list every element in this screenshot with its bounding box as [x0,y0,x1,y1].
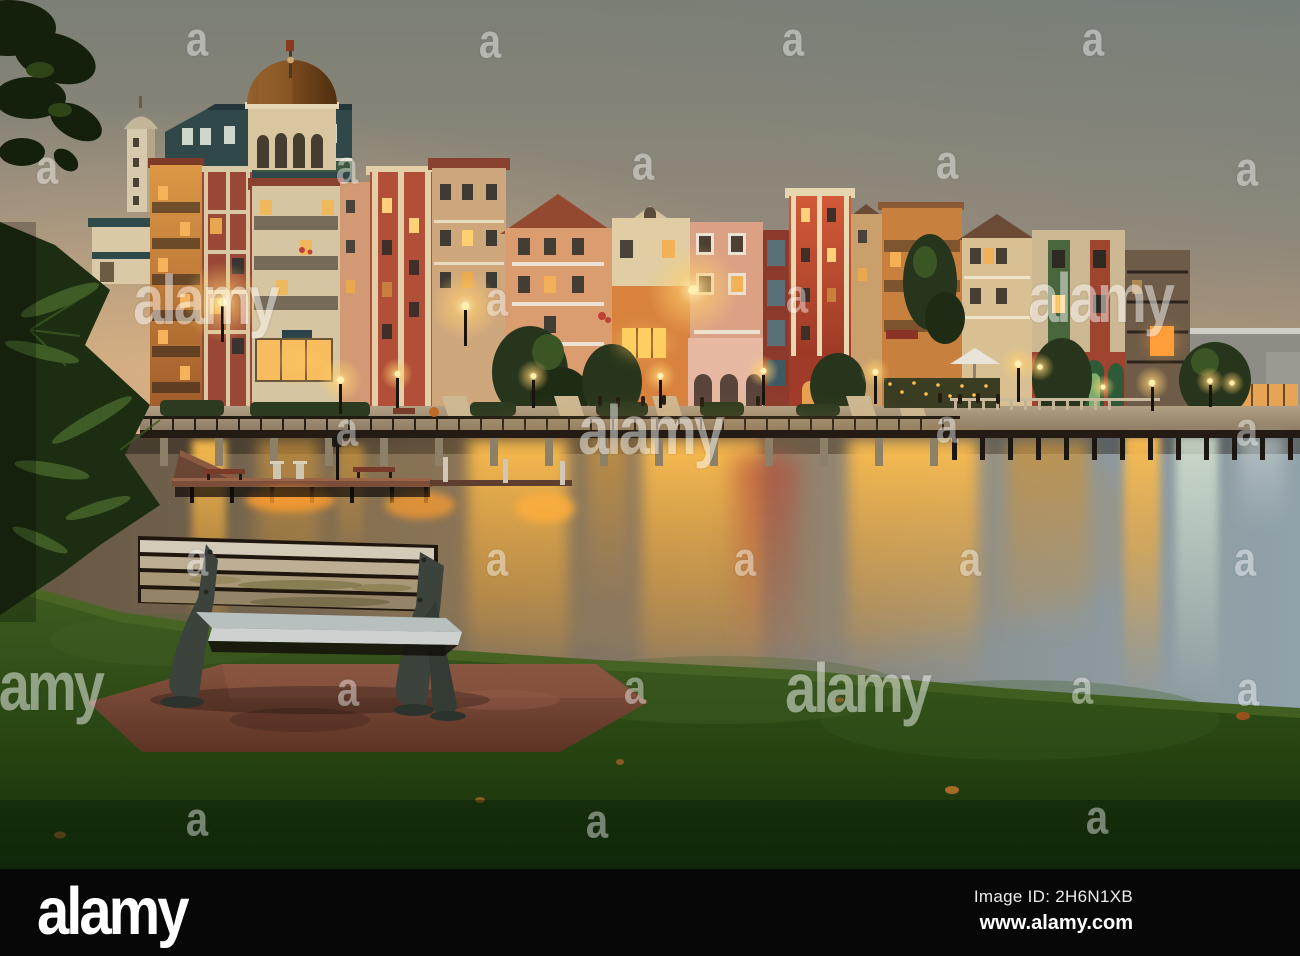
image-id-text: Image ID: 2H6N1XB [973,887,1133,906]
website-text: www.alamy.com [979,912,1133,934]
scene-art [0,0,1300,869]
footer-bar: alamy Image ID: 2H6N1XB www.alamy.com [0,869,1300,956]
photograph: alamyalamyalamyalamyalamyaaaaaaaaaaaaaaa… [0,0,1300,869]
footer-meta: Image ID: 2H6N1XB www.alamy.com [974,887,1133,935]
stock-photo-page: alamyalamyalamyalamyalamyaaaaaaaaaaaaaaa… [0,0,1300,956]
alamy-logo: alamy [37,874,189,950]
